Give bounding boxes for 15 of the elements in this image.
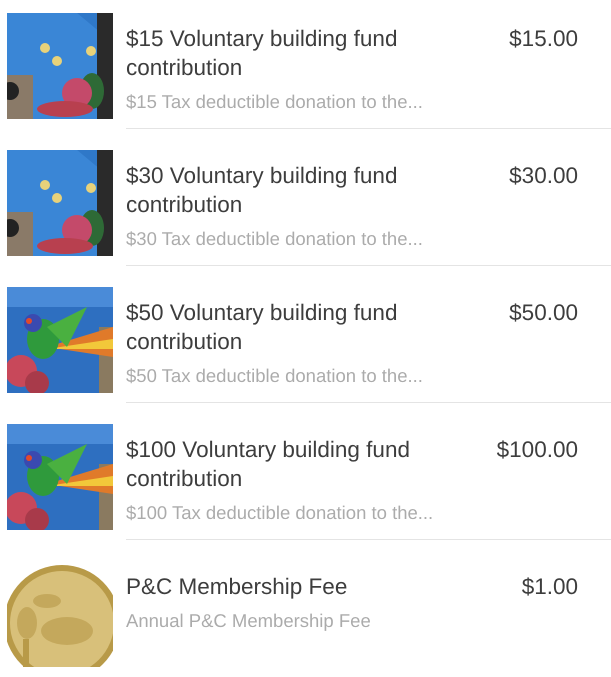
item-title: P&C Membership Fee (126, 573, 348, 601)
item-description: Annual P&C Membership Fee (126, 609, 372, 633)
item-price: $30.00 (509, 162, 578, 190)
item-price: $15.00 (509, 25, 578, 53)
item-description: $30 Tax deductible donation to the... (126, 227, 424, 251)
item-title: $30 Voluntary building fund contribution (126, 162, 398, 219)
item-price: $100.00 (496, 436, 578, 464)
item-title: $15 Voluntary building fund contribution (126, 25, 398, 82)
item-description: $100 Tax deductible donation to the... (126, 501, 434, 525)
item-price: $1.00 (522, 573, 578, 601)
item-description: $50 Tax deductible donation to the... (126, 364, 424, 388)
item-price: $50.00 (509, 299, 578, 327)
item-title: $50 Voluntary building fund contribution (126, 299, 398, 356)
item-title: $100 Voluntary building fund contribution (126, 436, 411, 493)
item-description: $15 Tax deductible donation to the... (126, 90, 424, 114)
